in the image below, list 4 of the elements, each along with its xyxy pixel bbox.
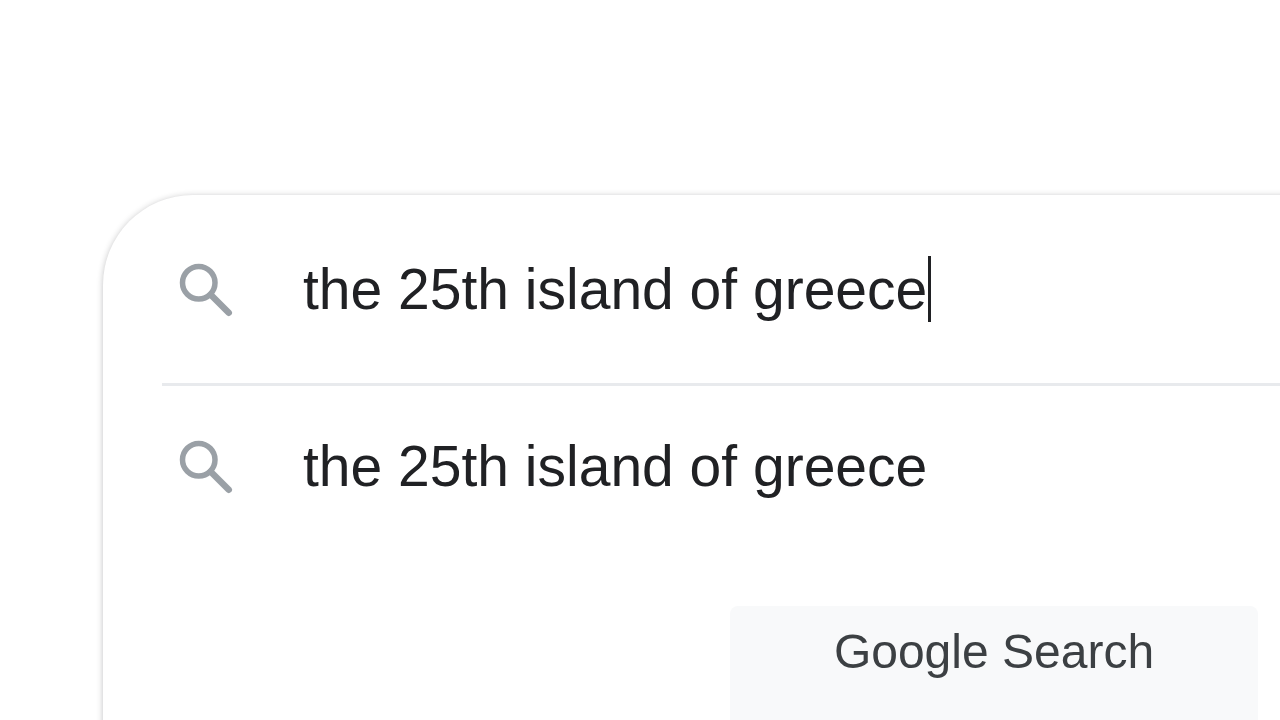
suggestion-item[interactable]: the 25th island of greece [103,386,1280,546]
search-field[interactable]: the 25th island of greece [303,256,932,322]
search-button[interactable]: Google Search [730,606,1258,720]
suggestion-text: the 25th island of greece [303,433,928,499]
